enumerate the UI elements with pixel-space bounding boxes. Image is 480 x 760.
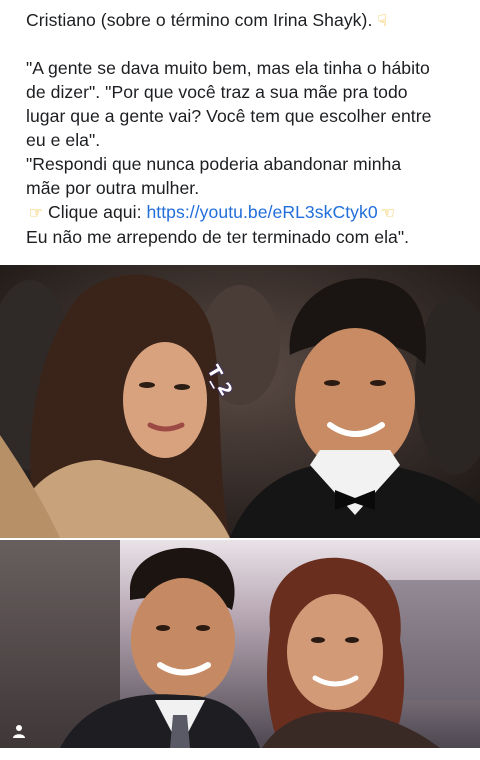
- pointing-down-icon: ☟: [377, 11, 388, 30]
- post-intro-line: Cristiano (sobre o término com Irina Sha…: [26, 8, 472, 33]
- quote-line: eu e ela".: [26, 130, 101, 150]
- quote-line: lugar que a gente vai? Você tem que esco…: [26, 106, 432, 126]
- click-label: Clique aqui:: [48, 202, 147, 222]
- link-line: ☞ Clique aqui: https://youtu.be/eRL3skCty…: [26, 200, 472, 225]
- quote-line: "A gente se dava muito bem, mas ela tinh…: [26, 58, 430, 78]
- quote-line: "Respondi que nunca poderia abandonar mi…: [26, 154, 402, 174]
- couple-photo[interactable]: [0, 265, 480, 538]
- couple-photo-illustration: [0, 265, 480, 538]
- bottom-spacer: [0, 748, 480, 760]
- mother-photo-illustration: [0, 540, 480, 748]
- post-intro-text: Cristiano (sobre o término com Irina Sha…: [26, 10, 373, 30]
- closing-line: Eu não me arrependo de ter terminado com…: [26, 227, 410, 247]
- mother-photo[interactable]: [0, 540, 480, 748]
- post-text: Cristiano (sobre o término com Irina Sha…: [26, 8, 472, 249]
- youtube-link[interactable]: https://youtu.be/eRL3skCtyk0: [146, 202, 377, 222]
- person-icon[interactable]: [12, 724, 26, 738]
- pointing-right-icon: ☞: [28, 203, 44, 222]
- pointing-left-icon: ☜: [380, 203, 395, 222]
- quote-line: mãe por outra mulher.: [26, 178, 200, 198]
- quote-line: de dizer". "Por que você traz a sua mãe …: [26, 82, 408, 102]
